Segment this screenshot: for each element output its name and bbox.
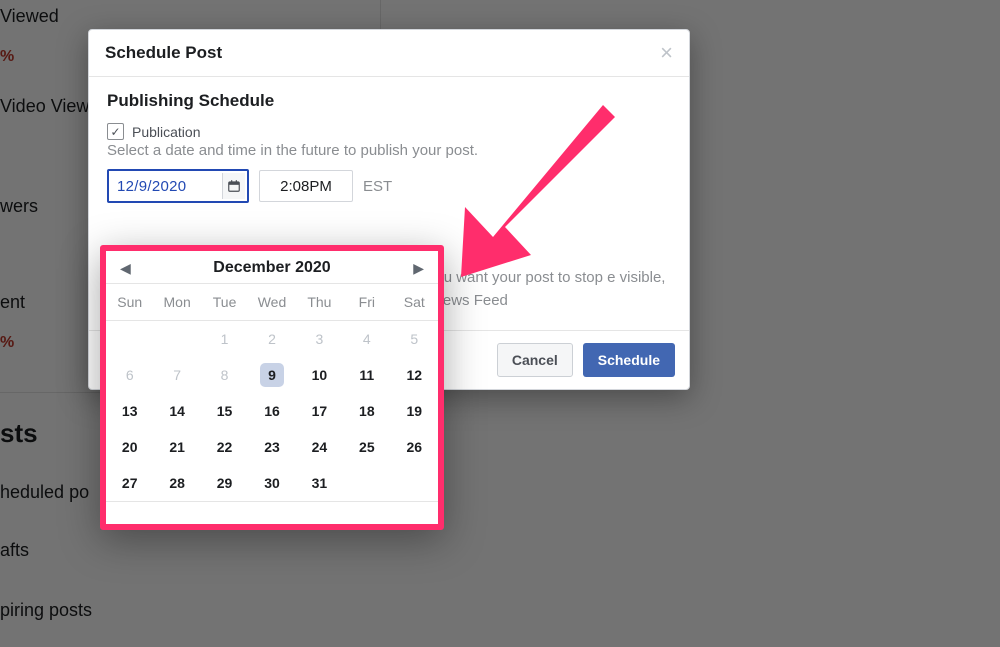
calendar-day[interactable]: 1 [201, 321, 248, 357]
stop-distribution-text: en you want your post to stop e visible,… [407, 267, 667, 312]
schedule-button[interactable]: Schedule [583, 343, 675, 377]
publication-checkbox-label: Publication [132, 124, 201, 140]
calendar-day[interactable]: 29 [201, 465, 248, 501]
calendar-day[interactable]: 5 [391, 321, 438, 357]
day-of-week-row: SunMonTueWedThuFriSat [106, 284, 438, 321]
calendar-week-row: 20212223242526 [106, 429, 438, 465]
dow-cell: Thu [296, 284, 343, 321]
date-value: 12/9/2020 [117, 178, 186, 195]
check-icon: ✓ [110, 126, 120, 138]
calendar-week-row: 2728293031 [106, 465, 438, 501]
datetime-row: 12/9/2020 2:08PM EST [107, 169, 671, 203]
calendar-day[interactable]: 23 [248, 429, 295, 465]
time-input[interactable]: 2:08PM [259, 170, 353, 202]
calendar-grid: SunMonTueWedThuFriSat 123456789101112131… [106, 283, 438, 502]
calendar-week-row: 13141516171819 [106, 393, 438, 429]
cancel-button[interactable]: Cancel [497, 343, 573, 377]
dow-cell: Wed [248, 284, 295, 321]
schedule-button-label: Schedule [598, 352, 660, 368]
calendar-day[interactable]: 22 [201, 429, 248, 465]
dow-cell: Sun [106, 284, 153, 321]
section-title-publishing: Publishing Schedule [107, 91, 671, 111]
calendar-day[interactable]: 17 [296, 393, 343, 429]
calendar-day[interactable]: 16 [248, 393, 295, 429]
calendar-day[interactable]: 25 [343, 429, 390, 465]
calendar-day-selected[interactable]: 9 [248, 357, 295, 393]
calendar-day[interactable]: 13 [106, 393, 153, 429]
helper-text: Select a date and time in the future to … [107, 142, 671, 159]
calendar-day[interactable]: 26 [391, 429, 438, 465]
publication-checkbox-row: ✓ Publication [107, 123, 671, 140]
calendar-popover: ◀ December 2020 ▶ SunMonTueWedThuFriSat … [100, 245, 444, 530]
calendar-day [153, 321, 200, 357]
timezone-label: EST [363, 178, 392, 195]
calendar-day[interactable]: 31 [296, 465, 343, 501]
dow-cell: Sat [391, 284, 438, 321]
close-icon[interactable]: × [660, 42, 673, 64]
calendar-day[interactable]: 10 [296, 357, 343, 393]
calendar-day [391, 465, 438, 501]
calendar-footer-spacer [106, 502, 438, 524]
calendar-day[interactable]: 19 [391, 393, 438, 429]
calendar-weeks: 1234567891011121314151617181920212223242… [106, 321, 438, 501]
calendar-day[interactable]: 3 [296, 321, 343, 357]
calendar-title: December 2020 [213, 259, 330, 277]
dow-cell: Fri [343, 284, 390, 321]
calendar-day[interactable]: 8 [201, 357, 248, 393]
time-value: 2:08PM [280, 178, 332, 195]
calendar-day[interactable]: 2 [248, 321, 295, 357]
calendar-day[interactable]: 27 [106, 465, 153, 501]
calendar-day [106, 321, 153, 357]
calendar-day[interactable]: 14 [153, 393, 200, 429]
next-month-icon[interactable]: ▶ [407, 260, 430, 277]
calendar-day[interactable]: 24 [296, 429, 343, 465]
date-input[interactable]: 12/9/2020 [107, 169, 249, 203]
calendar-week-row: 6789101112 [106, 357, 438, 393]
calendar-day[interactable]: 18 [343, 393, 390, 429]
cancel-button-label: Cancel [512, 352, 558, 368]
calendar-day[interactable]: 12 [391, 357, 438, 393]
calendar-day [343, 465, 390, 501]
modal-title: Schedule Post [105, 43, 222, 63]
calendar-day[interactable]: 7 [153, 357, 200, 393]
calendar-header: ◀ December 2020 ▶ [106, 251, 438, 283]
publication-checkbox[interactable]: ✓ [107, 123, 124, 140]
calendar-icon [227, 179, 241, 193]
calendar-day[interactable]: 11 [343, 357, 390, 393]
calendar-day[interactable]: 15 [201, 393, 248, 429]
prev-month-icon[interactable]: ◀ [114, 260, 137, 277]
calendar-day[interactable]: 6 [106, 357, 153, 393]
dow-cell: Mon [153, 284, 200, 321]
modal-header: Schedule Post × [89, 30, 689, 77]
calendar-week-row: 12345 [106, 321, 438, 357]
calendar-day[interactable]: 20 [106, 429, 153, 465]
calendar-day[interactable]: 28 [153, 465, 200, 501]
calendar-day[interactable]: 21 [153, 429, 200, 465]
calendar-day[interactable]: 4 [343, 321, 390, 357]
calendar-day[interactable]: 30 [248, 465, 295, 501]
calendar-trigger[interactable] [222, 173, 245, 199]
dow-cell: Tue [201, 284, 248, 321]
